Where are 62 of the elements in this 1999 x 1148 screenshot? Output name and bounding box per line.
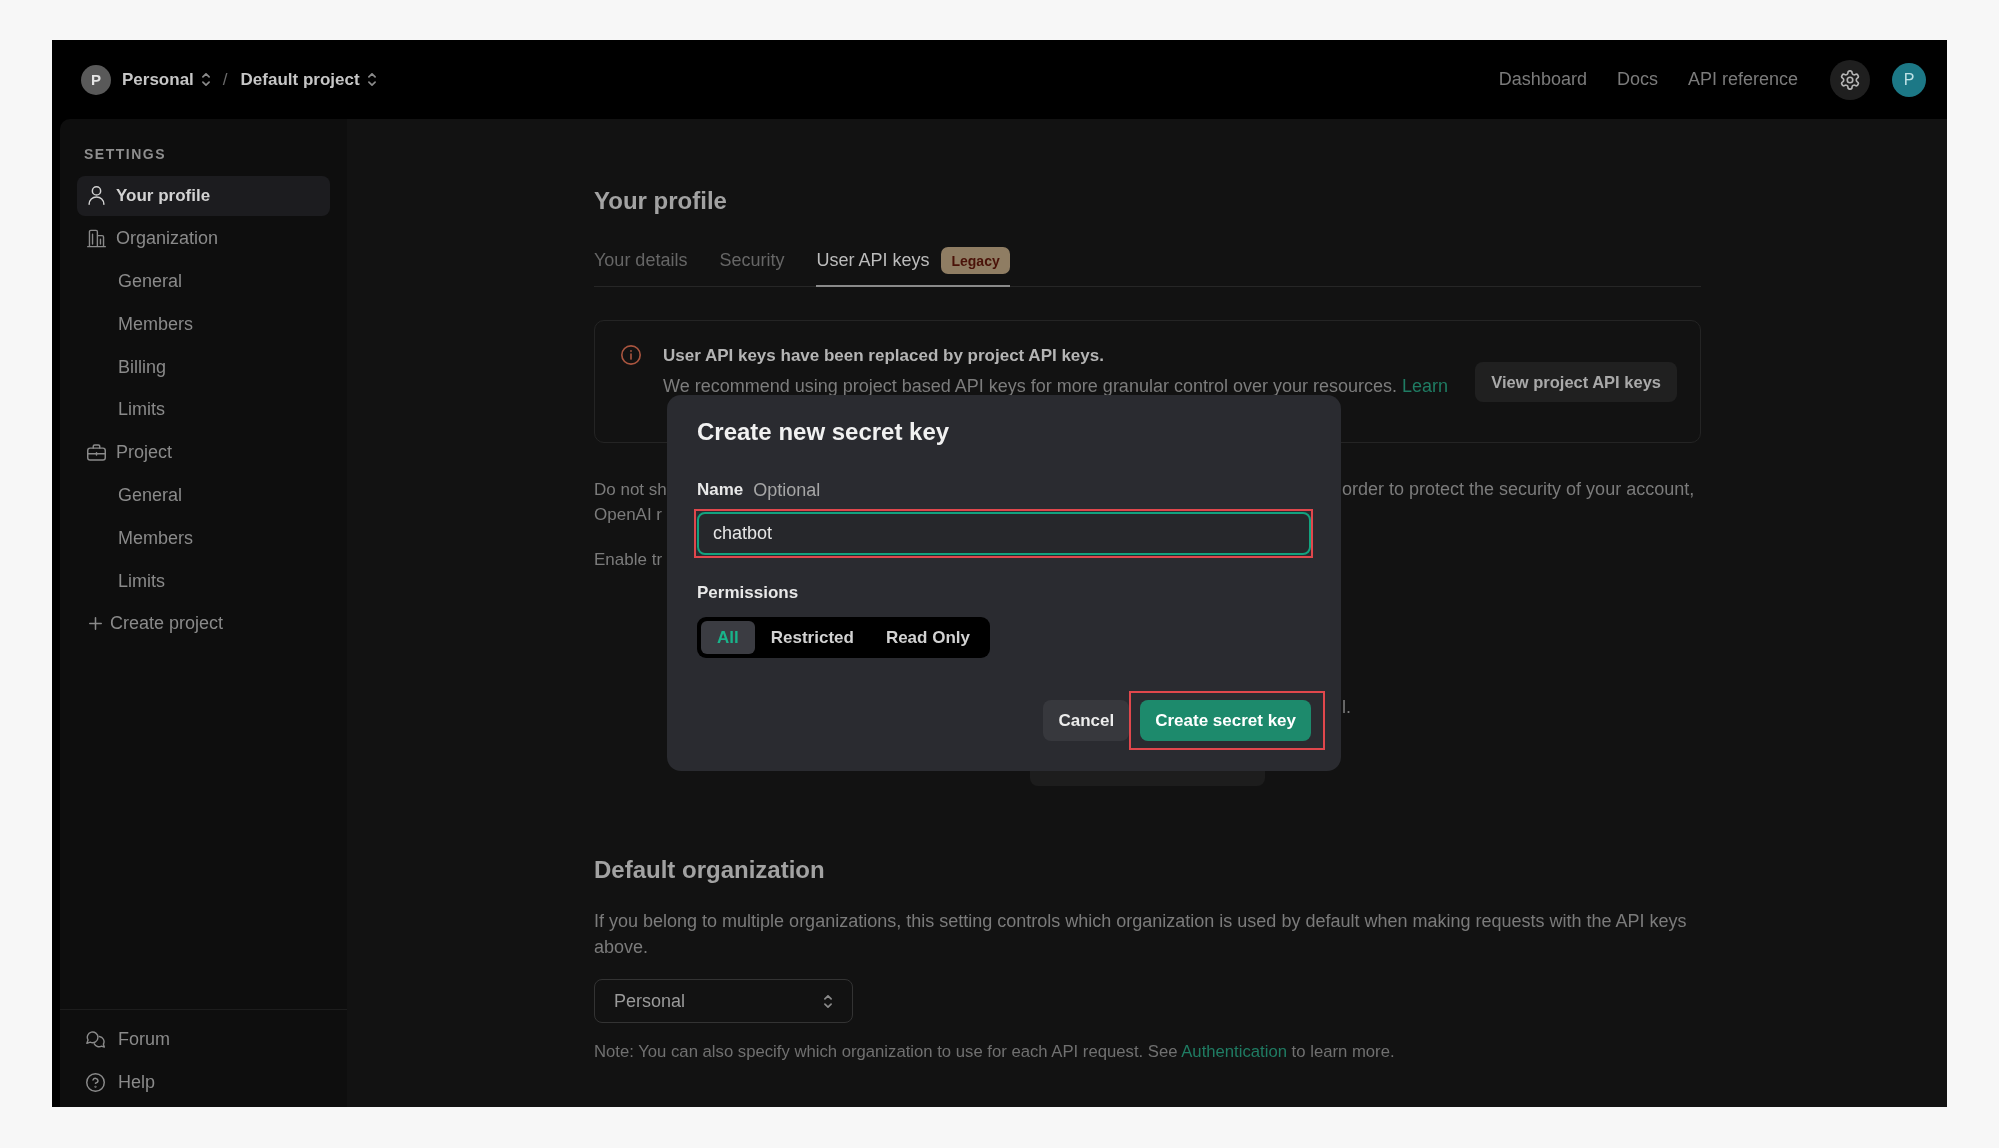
- text-fragment: Enable tr: [594, 549, 663, 569]
- organization-select[interactable]: Personal: [594, 979, 853, 1023]
- permission-option[interactable]: All: [701, 621, 755, 654]
- updown-chevron-icon: [824, 994, 832, 1008]
- plus-icon: [89, 617, 102, 631]
- nav-link[interactable]: Docs: [1616, 69, 1658, 90]
- dialog-title: Create new secret key: [697, 417, 950, 447]
- authentication-link[interactable]: Authentication: [1181, 1042, 1287, 1061]
- tab[interactable]: Security: [719, 247, 785, 287]
- sidebar-subitem[interactable]: Members: [77, 518, 330, 559]
- sidebar-subitem[interactable]: General: [77, 261, 330, 302]
- text-fragment: Do not sh: [594, 479, 667, 499]
- breadcrumb-separator: /: [222, 69, 228, 90]
- building-icon: [87, 229, 106, 249]
- sidebar-item[interactable]: Project: [77, 432, 330, 473]
- nav-link[interactable]: API reference: [1687, 69, 1798, 90]
- note-text: Note: You can also specify which organization to use for each API request. See Authentication to learn more.: [594, 1041, 1395, 1063]
- briefcase-icon: [87, 443, 106, 463]
- sidebar-item[interactable]: Organization: [77, 218, 330, 259]
- updown-chevron-icon: [367, 73, 376, 86]
- section-description: If you belong to multiple organizations, this setting controls which organization is used by default when making requests with the API keys above.: [594, 910, 1688, 959]
- person-icon: [87, 186, 106, 206]
- field-label: Name: [697, 479, 744, 501]
- workspace-avatar: P: [81, 64, 111, 95]
- chat-bubbles-icon: [86, 1029, 105, 1049]
- info-icon: [621, 345, 641, 365]
- nav-link[interactable]: Dashboard: [1498, 69, 1587, 90]
- sidebar-subitem[interactable]: Members: [77, 304, 330, 345]
- text-fragment: l.: [1342, 696, 1351, 717]
- tab[interactable]: User API keys Legacy: [816, 247, 1010, 287]
- text-fragment: OpenAI r: [594, 504, 663, 524]
- optional-hint: Optional: [753, 479, 821, 501]
- sidebar-subitem[interactable]: Limits: [77, 389, 330, 430]
- learn-link[interactable]: Learn: [1402, 376, 1449, 396]
- help-icon: [86, 1072, 105, 1092]
- permission-option[interactable]: Restricted: [754, 621, 870, 654]
- settings-icon: [1840, 69, 1860, 90]
- sidebar-heading: SETTINGS: [84, 145, 166, 163]
- user-avatar[interactable]: P: [1892, 62, 1926, 97]
- breadcrumb-dropdown[interactable]: Personal: [122, 69, 210, 90]
- sidebar-footer-link[interactable]: Help: [77, 1062, 330, 1102]
- sidebar-subitem[interactable]: General: [77, 475, 330, 516]
- tab[interactable]: Your details: [594, 247, 688, 287]
- sidebar-footer-link[interactable]: Forum: [77, 1019, 330, 1060]
- updown-chevron-icon: [201, 73, 210, 86]
- settings-button[interactable]: [1830, 59, 1870, 100]
- sidebar-subitem[interactable]: Billing: [77, 347, 330, 388]
- permission-option[interactable]: Read Only: [869, 621, 986, 654]
- field-label: Permissions: [697, 582, 799, 604]
- cancel-button[interactable]: Cancel: [1043, 700, 1130, 741]
- section-title: Default organization: [594, 855, 825, 885]
- key-name-input[interactable]: chatbot: [697, 512, 1311, 555]
- create-project-link[interactable]: Create project: [77, 603, 330, 644]
- status-badge: Legacy: [941, 247, 1010, 274]
- create-key-button[interactable]: Create secret key: [1140, 700, 1311, 741]
- view-project-keys-button[interactable]: View project API keys: [1475, 362, 1677, 402]
- sidebar-item[interactable]: Your profile: [77, 176, 330, 216]
- breadcrumb-dropdown[interactable]: Default project: [240, 69, 376, 90]
- text-fragment: order to protect the security of your account,: [1342, 478, 1695, 499]
- page-title: Your profile: [594, 186, 728, 216]
- sidebar-subitem[interactable]: Limits: [77, 561, 330, 602]
- notice-title: User API keys have been replaced by project API keys.: [663, 345, 1104, 367]
